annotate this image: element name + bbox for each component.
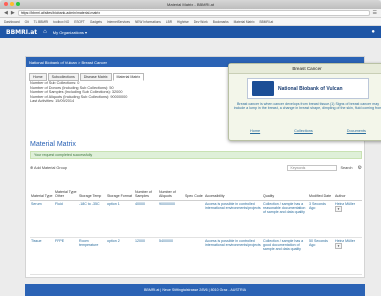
col-header[interactable]: Number of Samples xyxy=(134,174,158,201)
table-cell[interactable]: Fluid xyxy=(54,200,78,238)
table-row[interactable]: Serum Fluid -18C to -35C option 1 40000 … xyxy=(30,200,362,238)
popup-link-collections[interactable]: Collections xyxy=(294,129,313,133)
app-header: BBMRI.at ⌂ My Organizations ▾ ● xyxy=(0,26,381,38)
col-header[interactable]: Number of Aliquots xyxy=(158,174,184,201)
bookmark-item[interactable]: LBR xyxy=(166,20,172,24)
table-cell[interactable]: 90000000 xyxy=(158,200,184,238)
col-header[interactable]: Quality xyxy=(262,174,308,201)
table-cell-author[interactable]: Heinz Müller ▾ xyxy=(334,237,362,275)
popup-link-documents[interactable]: Documents xyxy=(347,129,366,133)
window-titlebar: Material Matrix - BBMRI.at xyxy=(0,0,381,9)
biobank-emblem xyxy=(252,81,274,96)
popup-banner: National Biobank of Vulcan xyxy=(247,78,369,99)
stat-line: Last Activities: 15/09/2014 xyxy=(30,99,75,104)
table-cell[interactable]: Tissue xyxy=(30,237,54,275)
popup-description: Breast cancer is when cancer develops fr… xyxy=(233,102,381,111)
table-cell[interactable]: FFPE xyxy=(54,237,78,275)
bookmark-item[interactable]: BBMRI.at xyxy=(260,20,274,24)
content-panel: National Biobank of Vulcan > Breast Canc… xyxy=(25,56,381,278)
popup-links: Home Collections Documents xyxy=(233,129,381,133)
col-header[interactable]: Material Type xyxy=(30,174,54,201)
table-cell[interactable]: 3 Seconds Ago xyxy=(308,200,334,238)
address-bar: ◀ ▶ https://bbmri.at/sites/biobank-admin… xyxy=(0,9,381,18)
tab-bar: Home Subcollections Disease Matrix Mater… xyxy=(29,73,145,81)
table-cell[interactable]: Collection / sample has a reasonable doc… xyxy=(262,200,308,238)
table-cell[interactable]: option 2 xyxy=(106,237,134,275)
tab-subcollections[interactable]: Subcollections xyxy=(47,73,79,81)
maximize-window-button[interactable] xyxy=(16,2,20,6)
col-header[interactable]: Modified Date xyxy=(308,174,334,201)
table-toolbar: ⊕ Add Material Group Keywords Search ⚙ xyxy=(30,163,362,172)
table-cell[interactable]: Collection / sample has a good documenta… xyxy=(262,237,308,275)
table-cell[interactable]: 50 Seconds Ago xyxy=(308,237,334,275)
col-header[interactable]: Storage Temp xyxy=(78,174,106,201)
bookmark-item[interactable]: Dashboard xyxy=(4,20,20,24)
bookmark-item[interactable]: Gadgets xyxy=(90,20,102,24)
collection-popup: Breast Cancer National Biobank of Vulcan… xyxy=(228,63,381,141)
add-material-group-button[interactable]: ⊕ Add Material Group xyxy=(30,165,67,170)
table-cell[interactable]: Serum xyxy=(30,200,54,238)
table-cell[interactable]: 5400000 xyxy=(158,237,184,275)
url-field[interactable]: https://bbmri.at/sites/biobank-admin/mat… xyxy=(17,10,370,16)
col-header[interactable]: Material Type Other xyxy=(54,174,78,201)
bookmark-item[interactable]: Highrise xyxy=(177,20,189,24)
success-alert: Your request completed successfully xyxy=(30,151,362,159)
page-backdrop: National Biobank of Vulcan > Breast Canc… xyxy=(0,38,381,296)
my-organizations-menu[interactable]: My Organizations ▾ xyxy=(53,30,87,35)
bookmarks-bar: Dashboard Git TL BBMRI toolbox NO ESOFT … xyxy=(0,18,381,26)
table-cell[interactable] xyxy=(184,200,204,238)
user-icon[interactable]: ● xyxy=(371,29,375,35)
menu-icon[interactable]: ☰ xyxy=(373,10,377,16)
collection-stats: Number of Sub Collections: 0 Number of D… xyxy=(30,81,127,104)
bookmark-item[interactable]: toolbox NO xyxy=(53,20,69,24)
window-title: Material Matrix - BBMRI.at xyxy=(167,2,214,7)
table-cell[interactable]: Access is possible in controlled interna… xyxy=(204,237,262,275)
table-cell[interactable]: 12000 xyxy=(134,237,158,275)
bookmark-item[interactable]: TL BBMRI xyxy=(34,20,49,24)
close-window-button[interactable] xyxy=(4,2,8,6)
search-input[interactable]: Keywords xyxy=(287,164,338,171)
tab-material-matrix[interactable]: Material Matrix xyxy=(112,73,145,81)
home-icon[interactable]: ⌂ xyxy=(43,29,47,35)
bookmark-item[interactable]: Bookmarks xyxy=(213,20,229,24)
popup-link-home[interactable]: Home xyxy=(250,129,260,133)
back-icon[interactable]: ◀ xyxy=(4,10,8,16)
col-header[interactable]: Spec Code xyxy=(184,174,204,201)
search-button[interactable]: Search xyxy=(340,166,352,170)
browser-window: Material Matrix - BBMRI.at ◀ ▶ https://b… xyxy=(0,0,381,296)
table-cell[interactable] xyxy=(184,237,204,275)
material-table: Material Type Material Type Other Storag… xyxy=(30,174,362,275)
col-header[interactable]: Author xyxy=(334,174,362,201)
table-cell[interactable]: option 1 xyxy=(106,200,134,238)
page-footer: BBMRI.at | Neue Stiftingtalstrasse 2/B/6… xyxy=(25,284,365,296)
bookmark-item[interactable]: Dev Work xyxy=(194,20,208,24)
gear-icon[interactable]: ⚙ xyxy=(358,165,362,171)
tab-home[interactable]: Home xyxy=(29,73,47,81)
table-cell[interactable]: Room temperature xyxy=(78,237,106,275)
bbmri-logo[interactable]: BBMRI.at xyxy=(6,29,37,36)
table-cell[interactable]: 40000 xyxy=(134,200,158,238)
table-cell[interactable]: Access is possible in controlled interna… xyxy=(204,200,262,238)
col-header[interactable]: Accessibility xyxy=(204,174,262,201)
bookmark-item[interactable]: NEW Informations xyxy=(135,20,161,24)
bookmark-item[interactable]: ESOFT xyxy=(74,20,85,24)
bookmark-item[interactable]: InternetServices xyxy=(107,20,130,24)
add-material-group-label: Add Material Group xyxy=(34,166,67,170)
row-actions-dropdown[interactable]: ▾ xyxy=(335,205,342,212)
popup-title: Breast Cancer xyxy=(229,64,381,74)
bookmark-item[interactable]: Material Matrix xyxy=(234,20,255,24)
col-header[interactable]: Storage Format xyxy=(106,174,134,201)
table-header-row: Material Type Material Type Other Storag… xyxy=(30,174,362,201)
table-row[interactable]: Tissue FFPE Room temperature option 2 12… xyxy=(30,237,362,275)
tab-disease-matrix[interactable]: Disease Matrix xyxy=(79,73,112,81)
table-cell[interactable]: -18C to -35C xyxy=(78,200,106,238)
table-cell-author[interactable]: Heinz Müller ▾ xyxy=(334,200,362,238)
row-actions-dropdown[interactable]: ▾ xyxy=(335,242,342,249)
bookmark-item[interactable]: Git xyxy=(25,20,29,24)
section-title: Material Matrix xyxy=(30,141,76,148)
popup-org-name: National Biobank of Vulcan xyxy=(278,85,343,92)
forward-icon[interactable]: ▶ xyxy=(11,10,15,16)
minimize-window-button[interactable] xyxy=(10,2,14,6)
